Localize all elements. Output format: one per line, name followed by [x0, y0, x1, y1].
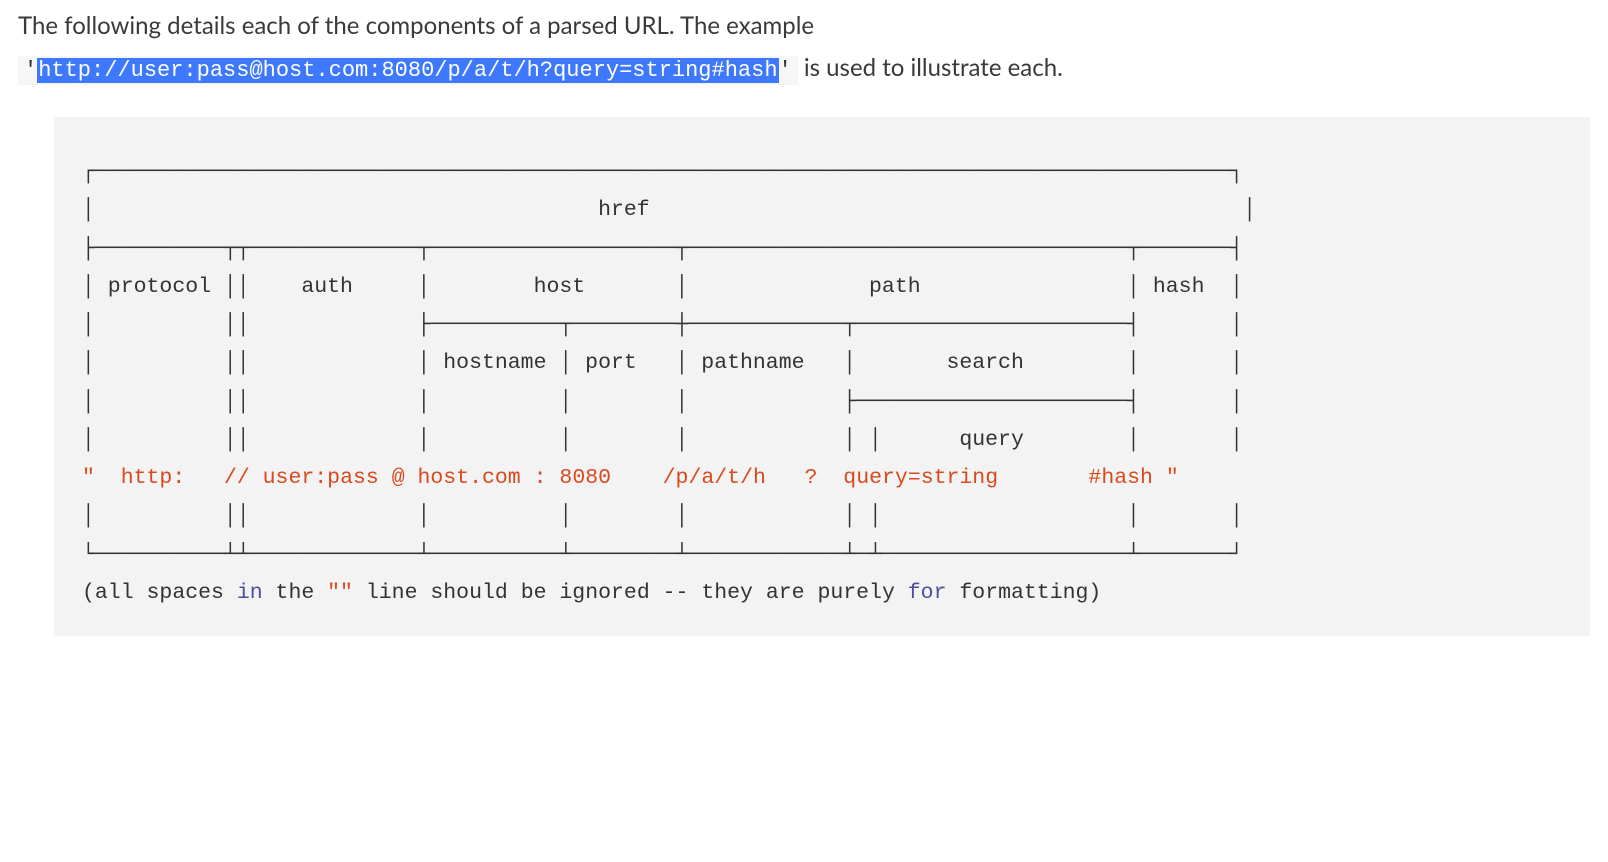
url-port: 8080 [547, 466, 650, 490]
diagram-row-1: ┌───────────────────────────────────────… [82, 160, 1243, 184]
url-auth: user:pass [250, 466, 392, 490]
url-qmark: ? [805, 466, 818, 490]
diagram-row-7: │ ││ │ │ │ ├─────────────────────┤ │ [82, 390, 1243, 414]
diagram-footnote: (all spaces in the "" line should be ign… [82, 581, 1101, 605]
diagram-row-10: │ ││ │ │ │ │ │ │ │ [82, 504, 1243, 528]
footnote-end: formatting) [946, 581, 1101, 605]
footnote-mid2: line should be ignored -- they are purel… [353, 581, 908, 605]
diagram-row-4: │ protocol ││ auth │ host │ path │ hash … [82, 275, 1243, 299]
diagram-row-8: │ ││ │ │ │ │ │ query │ │ [82, 428, 1243, 452]
diagram-row-2: │ href │ [82, 198, 1256, 222]
example-url-code: 'http://user:pass@host.com:8080/p/a/t/h?… [18, 56, 798, 85]
footnote-mid1: the [263, 581, 328, 605]
diagram-row-3: ├──────────┬┬─────────────┬─────────────… [82, 237, 1243, 261]
footnote-kw-in: in [237, 581, 263, 605]
intro-after: is used to illustrate each. [798, 53, 1063, 82]
url-q1: " [82, 466, 95, 490]
intro-text-line2: 'http://user:pass@host.com:8080/p/a/t/h?… [18, 50, 1590, 87]
footnote-kw-for: for [908, 581, 947, 605]
open-quote: ' [24, 58, 37, 83]
url-at: @ [392, 466, 405, 490]
diagram-row-6: │ ││ │ hostname │ port │ pathname │ sear… [82, 351, 1243, 375]
url-colon: : [534, 466, 547, 490]
footnote-quotes: "" [327, 581, 353, 605]
intro-text-line1: The following details each of the compon… [18, 8, 1590, 44]
url-hash: #hash [1063, 466, 1166, 490]
url-slashes: // [224, 466, 250, 490]
url-pathname: /p/a/t/h [650, 466, 805, 490]
close-quote: ' [779, 58, 792, 83]
diagram-row-5: │ ││ ├──────────┬────────┼────────────┬─… [82, 313, 1243, 337]
example-url-highlight: http://user:pass@host.com:8080/p/a/t/h?q… [37, 58, 778, 83]
footnote-open: (all spaces [82, 581, 237, 605]
diagram-row-11: └──────────┴┴─────────────┴──────────┴──… [82, 543, 1243, 567]
url-query: query=string [817, 466, 1062, 490]
url-hostname: host.com [405, 466, 534, 490]
url-protocol: http: [95, 466, 224, 490]
diagram-url-line: " http: // user:pass @ host.com : 8080 /… [82, 466, 1179, 490]
url-q2: " [1166, 466, 1179, 490]
url-structure-diagram: ┌───────────────────────────────────────… [54, 117, 1590, 636]
